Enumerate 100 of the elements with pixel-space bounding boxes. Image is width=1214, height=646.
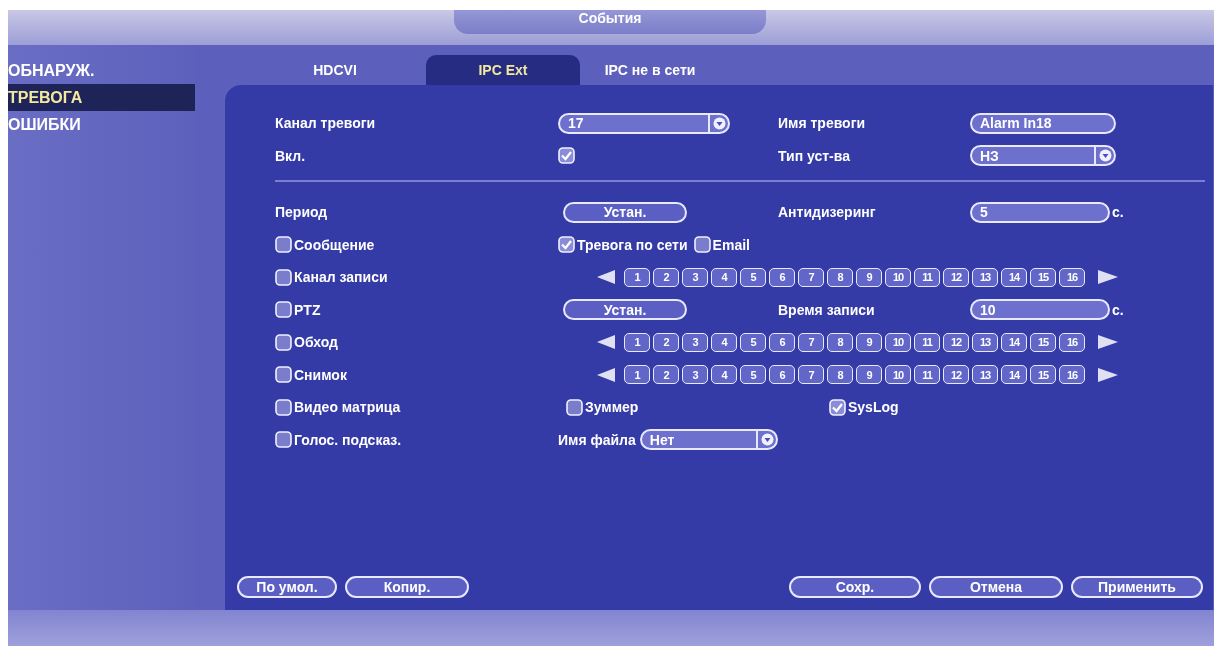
channel-toggle[interactable]: 8 xyxy=(827,332,853,352)
checkbox-label[interactable]: Обход xyxy=(294,334,338,351)
footer-button[interactable]: Копир. xyxy=(345,576,469,598)
checkbox-label[interactable]: Email xyxy=(712,236,750,253)
checkbox[interactable] xyxy=(275,333,292,351)
channel-toggle[interactable]: 4 xyxy=(711,267,737,287)
channel-toggle[interactable]: 4 xyxy=(711,332,737,352)
channel-toggle[interactable]: 5 xyxy=(740,267,766,287)
checkbox-label[interactable]: Канал записи xyxy=(294,269,388,286)
checkbox[interactable] xyxy=(275,366,292,384)
footer-button[interactable]: Отмена xyxy=(929,576,1063,598)
checkbox-label[interactable]: Снимок xyxy=(294,366,347,383)
channel-toggle[interactable]: 12 xyxy=(943,365,969,385)
channel-toggle[interactable]: 13 xyxy=(972,267,998,287)
channel-toggle[interactable]: 13 xyxy=(972,332,998,352)
channel-toggle[interactable]: 2 xyxy=(653,332,679,352)
right-arrow-icon[interactable] xyxy=(1097,269,1119,286)
field-label: Тип уст-ва xyxy=(778,147,850,164)
checkbox[interactable] xyxy=(275,398,292,416)
footer-button[interactable]: По умол. xyxy=(237,576,337,598)
checkbox[interactable] xyxy=(558,147,575,165)
channel-toggle[interactable]: 10 xyxy=(885,267,911,287)
checkbox[interactable] xyxy=(275,268,292,286)
checkbox-label[interactable]: Тревога по сети xyxy=(577,236,688,253)
set-button[interactable]: Устан. xyxy=(563,201,687,223)
channel-toggle[interactable]: 2 xyxy=(653,267,679,287)
channel-toggle[interactable]: 7 xyxy=(798,332,824,352)
sidebar-item[interactable]: ОБНАРУЖ. xyxy=(8,57,195,84)
dropdown[interactable]: Нет xyxy=(639,429,778,451)
channel-toggle[interactable]: 11 xyxy=(914,332,940,352)
field-label: Канал тревоги xyxy=(275,115,376,132)
sidebar-item[interactable]: ОШИБКИ xyxy=(8,111,195,138)
checkbox[interactable] xyxy=(693,236,711,254)
channel-toggle[interactable]: 12 xyxy=(943,267,969,287)
channel-toggle[interactable]: 1 xyxy=(624,332,650,352)
checkbox-label[interactable]: Голос. подсказ. xyxy=(294,431,402,448)
set-button[interactable]: Устан. xyxy=(563,299,687,321)
left-arrow-icon[interactable] xyxy=(596,334,616,351)
checkbox[interactable] xyxy=(275,236,292,254)
tab[interactable]: IPC не в сети xyxy=(585,55,715,85)
right-arrow-icon[interactable] xyxy=(1097,366,1119,383)
text-field[interactable]: 5 xyxy=(970,201,1110,223)
channel-toggle[interactable]: 16 xyxy=(1059,365,1085,385)
checkbox[interactable] xyxy=(829,398,846,416)
channel-toggle[interactable]: 2 xyxy=(653,365,679,385)
channel-toggle[interactable]: 12 xyxy=(943,332,969,352)
checkbox-label[interactable]: Видео матрица xyxy=(294,399,401,416)
sidebar-item[interactable]: ТРЕВОГА xyxy=(8,84,195,111)
channel-toggle[interactable]: 8 xyxy=(827,267,853,287)
channel-toggle[interactable]: 15 xyxy=(1030,267,1056,287)
checkbox-label[interactable]: Зуммер xyxy=(585,399,639,416)
channel-toggle[interactable]: 6 xyxy=(769,267,795,287)
checkbox-label[interactable]: Сообщение xyxy=(294,236,375,253)
checkbox-label[interactable]: SysLog xyxy=(848,399,899,416)
channel-toggle[interactable]: 14 xyxy=(1001,332,1027,352)
channel-toggle[interactable]: 15 xyxy=(1030,332,1056,352)
checkbox[interactable] xyxy=(558,236,575,254)
channel-toggle[interactable]: 14 xyxy=(1001,267,1027,287)
text-field[interactable]: 10 xyxy=(970,299,1110,321)
channel-toggle[interactable]: 13 xyxy=(972,365,998,385)
checkbox[interactable] xyxy=(275,431,292,449)
channel-toggle[interactable]: 1 xyxy=(624,365,650,385)
channel-toggle[interactable]: 6 xyxy=(769,332,795,352)
channel-toggle[interactable]: 9 xyxy=(856,332,882,352)
channel-toggle[interactable]: 3 xyxy=(682,267,708,287)
channel-toggle[interactable]: 7 xyxy=(798,365,824,385)
channel-toggle[interactable]: 6 xyxy=(769,365,795,385)
footer-button[interactable]: Сохр. xyxy=(789,576,921,598)
channel-toggle[interactable]: 1 xyxy=(624,267,650,287)
right-arrow-icon[interactable] xyxy=(1097,334,1119,351)
channel-toggle[interactable]: 4 xyxy=(711,365,737,385)
channel-toggle[interactable]: 14 xyxy=(1001,365,1027,385)
checkbox[interactable] xyxy=(566,398,583,416)
field-label: Время записи xyxy=(778,301,875,318)
channel-toggle[interactable]: 10 xyxy=(885,332,911,352)
channel-toggle[interactable]: 11 xyxy=(914,267,940,287)
checkbox-label[interactable]: PTZ xyxy=(294,301,321,318)
channel-toggle[interactable]: 15 xyxy=(1030,365,1056,385)
left-arrow-icon[interactable] xyxy=(596,269,616,286)
tab[interactable]: HDCVI xyxy=(285,55,385,85)
channel-toggle[interactable]: 5 xyxy=(740,365,766,385)
unit-label: с. xyxy=(1112,204,1124,221)
dropdown[interactable]: НЗ xyxy=(970,145,1116,167)
channel-toggle[interactable]: 16 xyxy=(1059,267,1085,287)
channel-toggle[interactable]: 9 xyxy=(856,365,882,385)
channel-toggle[interactable]: 7 xyxy=(798,267,824,287)
channel-toggle[interactable]: 11 xyxy=(914,365,940,385)
channel-toggle[interactable]: 3 xyxy=(682,332,708,352)
dropdown[interactable]: 17 xyxy=(558,112,730,134)
channel-toggle[interactable]: 8 xyxy=(827,365,853,385)
checkbox[interactable] xyxy=(275,301,292,319)
footer-button[interactable]: Применить xyxy=(1071,576,1203,598)
text-field[interactable]: Alarm In18 xyxy=(970,112,1116,134)
tab[interactable]: IPC Ext xyxy=(426,55,580,85)
channel-toggle[interactable]: 16 xyxy=(1059,332,1085,352)
left-arrow-icon[interactable] xyxy=(596,366,616,383)
channel-toggle[interactable]: 5 xyxy=(740,332,766,352)
channel-toggle[interactable]: 9 xyxy=(856,267,882,287)
channel-toggle[interactable]: 10 xyxy=(885,365,911,385)
channel-toggle[interactable]: 3 xyxy=(682,365,708,385)
